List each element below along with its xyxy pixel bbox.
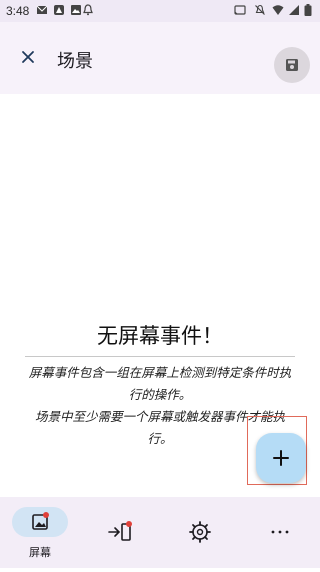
screen-image-icon [32,512,49,530]
top-app-bar: 场景 [0,22,320,94]
divider [25,356,295,357]
nav-item-triggers[interactable] [80,497,160,568]
empty-state-title: 无屏幕事件！ [97,324,223,348]
add-screen-event-button[interactable] [256,433,306,483]
status-bar: 3:48 [0,0,320,22]
nav-selected-indicator [12,507,68,537]
wifi-icon [272,5,284,15]
mute-icon [255,4,265,15]
notification-image-icon [71,5,81,15]
signal-icon [289,5,299,15]
plus-icon [273,450,289,466]
page-title: 场景 [57,51,93,72]
close-icon[interactable] [18,47,38,67]
notification-mail-icon [36,5,48,14]
bottom-navigation: 屏幕 [0,497,320,568]
gear-icon [189,521,211,543]
more-horizontal-icon [271,530,289,534]
notification-bell-icon [83,4,93,16]
nav-item-more[interactable] [240,497,320,568]
empty-desc-line2: 行的操作。 [128,387,192,402]
trigger-login-icon [108,521,132,541]
notification-app-icon [54,5,64,15]
save-button[interactable] [274,47,310,83]
nav-item-settings[interactable] [160,497,240,568]
status-time: 3:48 [6,4,30,18]
nav-item-screens[interactable]: 屏幕 [0,497,80,568]
empty-desc-line1: 屏幕事件包含一组在屏幕上检测到特定条件时执 [28,365,292,380]
nav-label-screens: 屏幕 [29,546,51,559]
cast-icon [234,5,246,15]
battery-icon [304,4,312,16]
save-icon [286,59,298,71]
